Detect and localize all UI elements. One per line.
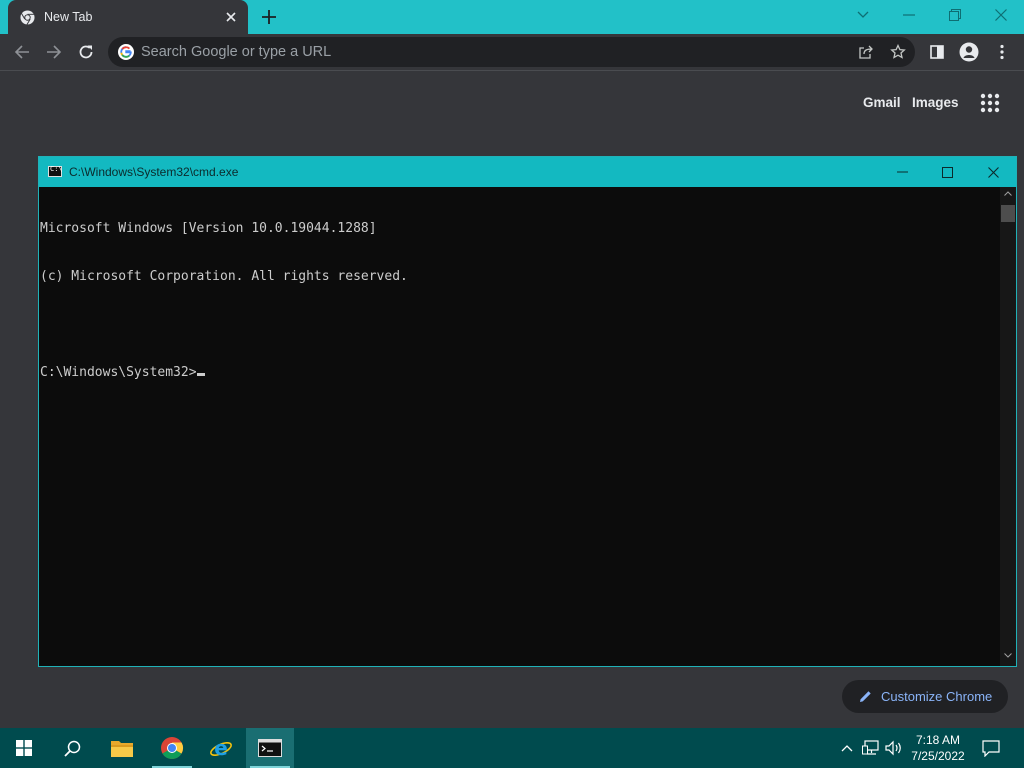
google-g-icon <box>118 44 134 60</box>
search-icon <box>63 740 80 757</box>
clock-date: 7/25/2022 <box>911 749 965 763</box>
chrome-icon <box>161 737 183 759</box>
tab-search-chevron-icon[interactable] <box>840 0 886 30</box>
cmd-scrollbar[interactable] <box>1000 187 1016 666</box>
profile-avatar-icon[interactable] <box>955 38 983 66</box>
google-apps-grid-icon[interactable] <box>978 91 1002 115</box>
file-explorer-button[interactable] <box>98 728 146 768</box>
close-window-icon[interactable] <box>978 0 1024 30</box>
search-button[interactable] <box>48 728 96 768</box>
cmd-window: C:\ C:\Windows\System32\cmd.exe Microsof… <box>38 156 1017 667</box>
volume-icon[interactable] <box>885 739 903 757</box>
images-link[interactable]: Images <box>912 95 959 110</box>
customize-chrome-label: Customize Chrome <box>881 689 993 704</box>
share-icon[interactable] <box>857 43 875 61</box>
back-icon[interactable] <box>8 38 36 66</box>
internet-explorer-button[interactable]: e <box>197 728 245 768</box>
notifications-icon[interactable] <box>982 739 1000 757</box>
gmail-link[interactable]: Gmail <box>863 95 901 110</box>
clock-time: 7:18 AM <box>915 733 961 747</box>
cmd-minimize-icon[interactable] <box>879 157 925 187</box>
side-panel-icon[interactable] <box>923 38 951 66</box>
console-line: Microsoft Windows [Version 10.0.19044.12… <box>40 221 377 236</box>
customize-chrome-button[interactable]: Customize Chrome <box>842 680 1008 713</box>
reload-icon[interactable] <box>72 38 100 66</box>
scroll-down-arrow-icon[interactable] <box>1004 653 1012 658</box>
windows-start-icon <box>16 740 32 756</box>
cmd-taskbar-button[interactable] <box>246 728 294 768</box>
cmd-title: C:\Windows\System32\cmd.exe <box>69 165 239 179</box>
restore-icon[interactable] <box>932 0 978 30</box>
cmd-close-icon[interactable] <box>970 157 1016 187</box>
console-output[interactable]: Microsoft Windows [Version 10.0.19044.12… <box>39 187 1000 666</box>
text-cursor <box>196 373 205 376</box>
scroll-up-arrow-icon[interactable] <box>1004 191 1012 196</box>
omnibox[interactable] <box>108 37 915 67</box>
new-tab-plus-icon[interactable] <box>258 6 280 28</box>
network-icon[interactable] <box>862 739 880 757</box>
start-button[interactable] <box>0 728 48 768</box>
minimize-icon[interactable] <box>886 0 932 30</box>
scroll-thumb[interactable] <box>1001 205 1015 222</box>
cmd-title-bar[interactable]: C:\ C:\Windows\System32\cmd.exe <box>39 157 1016 187</box>
chrome-icon <box>20 10 35 25</box>
cmd-window-icon: C:\ <box>48 165 63 177</box>
bookmark-star-icon[interactable] <box>889 43 907 61</box>
omnibox-input[interactable] <box>141 37 841 67</box>
cmd-maximize-icon[interactable] <box>924 157 970 187</box>
svg-text:e: e <box>214 736 228 760</box>
browser-title-bar: New Tab <box>0 0 1024 34</box>
kebab-menu-icon[interactable] <box>988 38 1016 66</box>
forward-icon[interactable] <box>40 38 68 66</box>
system-clock[interactable]: 7:18 AM 7/25/2022 <box>905 732 971 764</box>
internet-explorer-icon: e <box>210 736 232 760</box>
pencil-icon <box>860 691 871 702</box>
file-explorer-icon <box>111 741 133 757</box>
tab-title: New Tab <box>44 10 93 24</box>
console-line: (c) Microsoft Corporation. All rights re… <box>40 269 408 284</box>
console-prompt: C:\Windows\System32> <box>40 365 197 380</box>
show-hidden-icons-chevron-icon[interactable] <box>838 739 856 757</box>
cmd-icon <box>258 739 282 757</box>
chrome-taskbar-button[interactable] <box>148 728 196 768</box>
tab-new-tab[interactable]: New Tab <box>8 0 248 34</box>
close-tab-icon[interactable] <box>222 8 240 26</box>
windows-taskbar: e 7:18 AM 7/25/2022 <box>0 728 1024 768</box>
browser-toolbar <box>0 34 1024 71</box>
